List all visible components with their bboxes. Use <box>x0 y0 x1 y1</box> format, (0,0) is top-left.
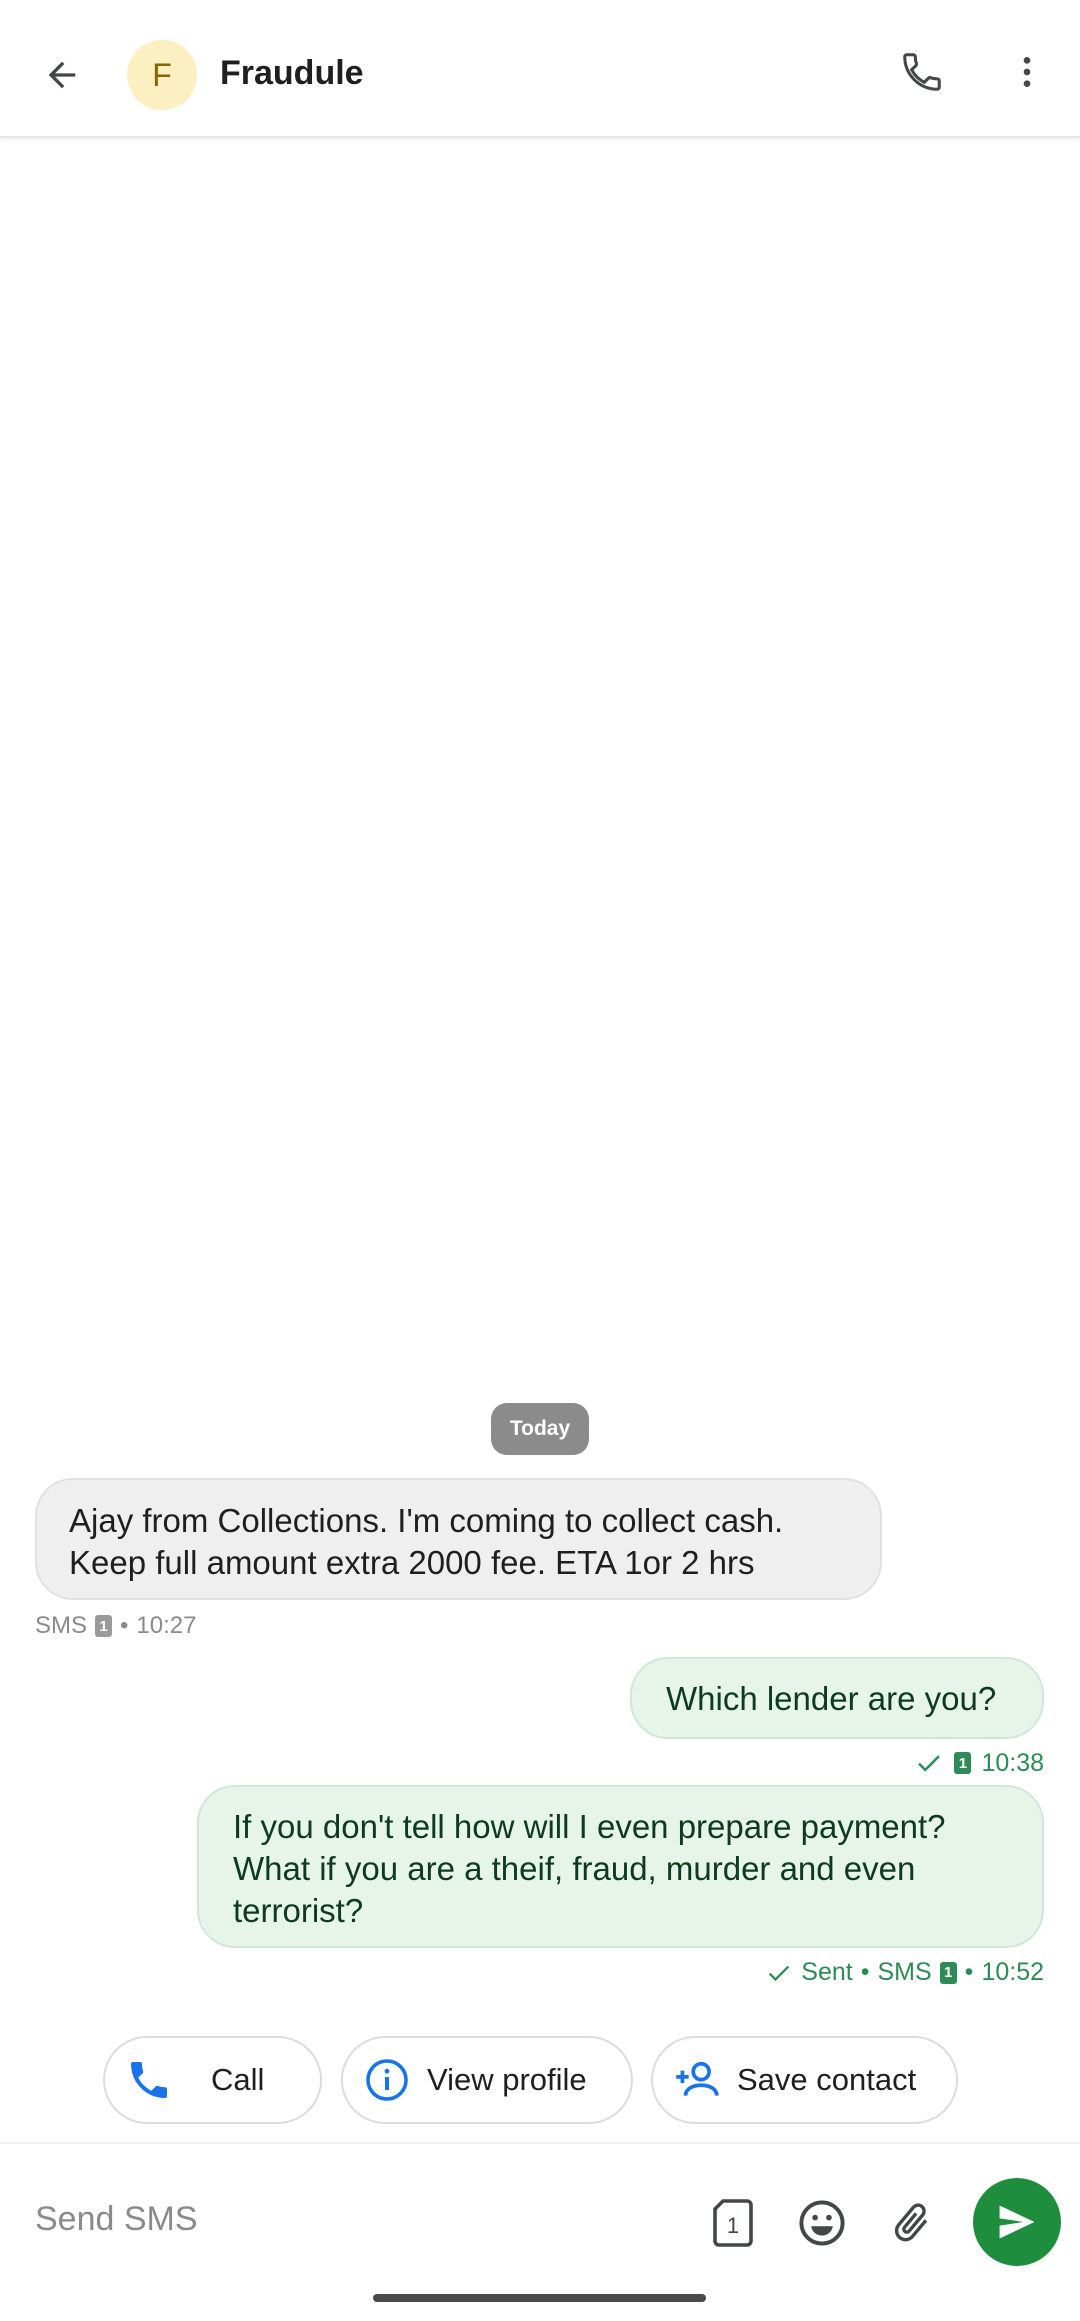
meta-separator: • <box>860 1958 870 1986</box>
check-icon <box>769 1965 790 1981</box>
emoji-icon <box>799 2200 845 2246</box>
message-status: Sent <box>801 1958 853 1986</box>
sim-select-button[interactable]: 1 <box>701 2191 765 2255</box>
check-icon <box>918 1755 941 1772</box>
call-button[interactable] <box>890 40 954 104</box>
sms-input[interactable]: Send SMS <box>35 2200 198 2239</box>
message-line: terrorist? <box>233 1892 364 1929</box>
date-divider: Today <box>491 1403 589 1455</box>
sim-number: 1 <box>99 1617 108 1635</box>
person-add-icon <box>671 2054 723 2106</box>
more-vert-icon <box>1023 57 1031 87</box>
home-indicator[interactable] <box>373 2294 706 2302</box>
back-button[interactable] <box>30 43 94 107</box>
chip-label: Call <box>211 2062 265 2097</box>
top-app-bar: F Fraudule <box>0 0 1080 138</box>
message-time: 10:38 <box>981 1748 1044 1777</box>
view-profile-chip[interactable]: View profile <box>341 2036 633 2124</box>
arrow-back-icon <box>48 61 76 89</box>
outgoing-message-bubble[interactable]: If you don't tell how will I even prepar… <box>197 1785 1044 1948</box>
sim-icon: 1 <box>954 1752 972 1774</box>
message-meta: 1 10:38 <box>914 1748 1044 1778</box>
message-time: 10:52 <box>981 1958 1044 1986</box>
phone-icon <box>123 2054 175 2106</box>
chip-label: Save contact <box>737 2062 917 2097</box>
sim-number: 1 <box>944 1964 953 1981</box>
phone-icon <box>903 53 941 91</box>
chip-label: View profile <box>427 2062 587 2097</box>
meta-separator: • <box>120 1612 129 1639</box>
info-icon <box>361 2054 413 2106</box>
emoji-button[interactable] <box>790 2191 854 2255</box>
message-type: SMS <box>35 1612 88 1639</box>
incoming-message-bubble[interactable]: Ajay from Collections. I'm coming to col… <box>35 1478 882 1600</box>
message-line: Keep full amount extra 2000 fee. ETA 1or… <box>69 1544 755 1581</box>
send-icon <box>999 2205 1035 2239</box>
sim-icon: 1 <box>95 1615 113 1637</box>
message-meta: Sent • SMS 1 • 10:52 <box>765 1958 1044 1987</box>
message-line: What if you are a theif, fraud, murder a… <box>233 1850 916 1887</box>
save-contact-chip[interactable]: Save contact <box>651 2036 958 2124</box>
sim-icon: 1 <box>939 1961 957 1984</box>
message-meta: SMS 1 • 10:27 <box>35 1612 196 1640</box>
avatar-letter: F <box>152 56 172 93</box>
call-chip[interactable]: Call <box>103 2036 322 2124</box>
sim-number: 1 <box>958 1754 968 1772</box>
more-options-button[interactable] <box>1000 40 1054 104</box>
contact-name[interactable]: Fraudule <box>220 54 364 93</box>
message-line: Ajay from Collections. I'm coming to col… <box>69 1502 784 1539</box>
meta-separator: • <box>964 1958 974 1986</box>
message-line: Which lender are you? <box>666 1680 997 1717</box>
message-line: If you don't tell how will I even prepar… <box>233 1808 946 1845</box>
sim-number: 1 <box>727 2213 739 2238</box>
outgoing-message-bubble[interactable]: Which lender are you? <box>630 1657 1044 1739</box>
avatar[interactable]: F <box>127 40 197 110</box>
attach-button[interactable] <box>880 2191 944 2255</box>
message-time: 10:27 <box>136 1612 197 1639</box>
send-button[interactable] <box>973 2178 1061 2266</box>
sim-card-icon: 1 <box>713 2199 753 2247</box>
attach-icon <box>894 2203 928 2242</box>
message-type: SMS <box>877 1958 932 1986</box>
